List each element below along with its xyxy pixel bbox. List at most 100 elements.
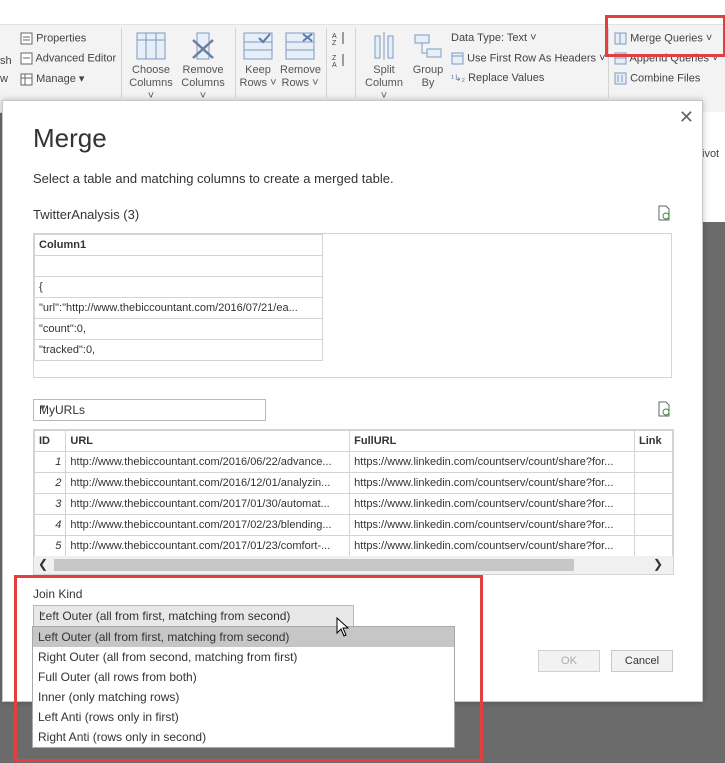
table-cell[interactable]	[34, 255, 323, 277]
table-cell[interactable]: https://www.linkedin.com/countserv/count…	[349, 514, 635, 536]
keep-rows-label-2: Rows ˅	[239, 77, 277, 89]
sort-descending-icon: ZA	[332, 54, 344, 69]
table-cell[interactable]: https://www.linkedin.com/countserv/count…	[349, 535, 635, 557]
table-row: 5 http://www.thebiccountant.com/2017/01/…	[34, 535, 673, 557]
keep-rows-icon	[243, 32, 273, 60]
column-header[interactable]: Column1	[34, 234, 323, 256]
table-cell[interactable]	[633, 514, 673, 536]
table-cell[interactable]: https://www.linkedin.com/countserv/count…	[349, 472, 635, 494]
refresh-preview-icon[interactable]	[657, 205, 671, 221]
scroll-left-icon[interactable]: ❮	[38, 557, 48, 571]
group-by-label-1: Group	[412, 64, 444, 76]
close-icon[interactable]: ✕	[679, 107, 694, 128]
table-row: 4 http://www.thebiccountant.com/2017/02/…	[34, 514, 673, 536]
data-type-dropdown[interactable]: Data Type: Text ˅	[451, 32, 537, 44]
sort-ascending-button[interactable]: AZ	[332, 30, 346, 47]
svg-text:Z: Z	[332, 40, 337, 46]
group-by-label-2: By	[421, 77, 435, 89]
manage-button[interactable]: Manage ▾	[20, 72, 84, 86]
table-cell[interactable]: http://www.thebiccountant.com/2017/01/23…	[65, 535, 351, 557]
remove-rows-label-1: Remove	[280, 64, 321, 76]
scrollbar-thumb[interactable]	[54, 559, 574, 571]
first-table-name: TwitterAnalysis (3)	[33, 207, 140, 222]
column-header[interactable]: Link	[633, 430, 673, 452]
column-header[interactable]: URL	[65, 430, 351, 452]
table-cell[interactable]: https://www.linkedin.com/countserv/count…	[349, 493, 635, 515]
chevron-down-icon: ▾	[75, 73, 85, 85]
remove-columns-label-1: Remove	[182, 64, 224, 76]
table-cell[interactable]: http://www.thebiccountant.com/2016/12/01…	[65, 472, 351, 494]
split-column-button[interactable]: Split Column ˅	[363, 32, 405, 103]
group-by-button[interactable]: Group By	[408, 32, 448, 90]
dialog-description: Select a table and matching columns to c…	[33, 171, 394, 186]
table-cell[interactable]: "url":"http://www.thebiccountant.com/201…	[34, 297, 323, 319]
svg-text:A: A	[332, 33, 337, 40]
refresh-preview-partial-label[interactable]: sh	[0, 55, 12, 67]
replace-values-label: Replace Values	[468, 72, 545, 84]
table-cell[interactable]: 4	[34, 514, 67, 536]
first-row-headers-label: Use First Row As Headers	[467, 52, 597, 65]
manage-icon	[20, 73, 33, 86]
properties-button[interactable]: Properties	[20, 32, 86, 45]
second-table-select[interactable]: MyURLs ▼	[33, 399, 266, 421]
choose-columns-button[interactable]: Choose Columns ˅	[126, 32, 176, 103]
ribbon-separator	[355, 28, 356, 98]
replace-values-button[interactable]: ¹↳₂ Replace Values	[451, 72, 544, 84]
table-cell[interactable]	[633, 472, 673, 494]
ribbon-separator	[326, 28, 327, 98]
advanced-editor-icon	[20, 52, 33, 65]
table-cell[interactable]: 3	[34, 493, 67, 515]
ribbon-separator	[121, 28, 122, 98]
split-column-label-1: Split	[373, 64, 395, 76]
sort-descending-button[interactable]: ZA	[332, 52, 346, 69]
chevron-down-icon: ▼	[39, 403, 47, 412]
second-table-grid: ID URL FullURL Link 1 http://www.thebicc…	[34, 430, 673, 557]
svg-text:Z: Z	[332, 55, 337, 62]
mouse-cursor-icon	[336, 617, 350, 637]
table-cell[interactable]: https://www.linkedin.com/countserv/count…	[349, 451, 635, 473]
table-cell[interactable]	[633, 451, 673, 473]
remove-rows-button[interactable]: Remove Rows ˅	[280, 32, 321, 90]
combine-files-button[interactable]: Combine Files	[614, 72, 700, 85]
first-table-grid: Column1 { "url":"http://www.thebiccounta…	[34, 234, 323, 361]
keep-rows-label-1: Keep	[245, 64, 271, 76]
merge-queries-highlight	[605, 15, 725, 57]
table-cell[interactable]	[633, 535, 673, 557]
second-table-preview: ID URL FullURL Link 1 http://www.thebicc…	[33, 429, 674, 575]
remove-rows-icon	[285, 32, 315, 60]
column-header[interactable]: ID	[34, 430, 67, 452]
horizontal-scrollbar[interactable]: ❮ ❯	[34, 556, 673, 574]
ribbon-separator	[235, 28, 236, 98]
table-cell[interactable]: http://www.thebiccountant.com/2016/06/22…	[65, 451, 351, 473]
use-first-row-headers-button[interactable]: Use First Row As Headers ˅	[451, 52, 606, 65]
first-row-headers-icon	[451, 52, 464, 65]
combine-files-icon	[614, 72, 627, 85]
first-table-preview: Column1 { "url":"http://www.thebiccounta…	[33, 233, 672, 378]
ok-button[interactable]: OK	[538, 650, 600, 672]
chevron-down-icon: ˅	[527, 32, 537, 44]
advanced-editor-button[interactable]: Advanced Editor	[20, 52, 116, 65]
table-cell[interactable]: 1	[34, 451, 67, 473]
table-cell[interactable]: "tracked":0,	[34, 339, 323, 361]
sort-ascending-icon: AZ	[332, 32, 344, 47]
table-cell[interactable]	[633, 493, 673, 515]
combine-files-label: Combine Files	[630, 72, 701, 85]
data-type-label: Data Type: Text	[451, 32, 528, 44]
replace-values-icon: ¹↳₂	[451, 73, 466, 83]
table-cell[interactable]: "count":0,	[34, 318, 323, 340]
cancel-button[interactable]: Cancel	[611, 650, 673, 672]
table-cell[interactable]: {	[34, 276, 323, 298]
scroll-right-icon[interactable]: ❯	[653, 557, 663, 571]
table-cell[interactable]: http://www.thebiccountant.com/2017/01/30…	[65, 493, 351, 515]
table-cell[interactable]: http://www.thebiccountant.com/2017/02/23…	[65, 514, 351, 536]
table-cell[interactable]: 2	[34, 472, 67, 494]
remove-columns-button[interactable]: Remove Columns ˅	[178, 32, 228, 103]
split-column-icon	[374, 32, 394, 60]
table-cell[interactable]: 5	[34, 535, 67, 557]
background-partial-text: ivot	[702, 148, 720, 160]
properties-label: Properties	[36, 32, 87, 45]
group-by-icon	[414, 34, 442, 58]
refresh-preview-icon[interactable]	[657, 401, 671, 417]
keep-rows-button[interactable]: Keep Rows ˅	[238, 32, 278, 90]
column-header[interactable]: FullURL	[349, 430, 635, 452]
